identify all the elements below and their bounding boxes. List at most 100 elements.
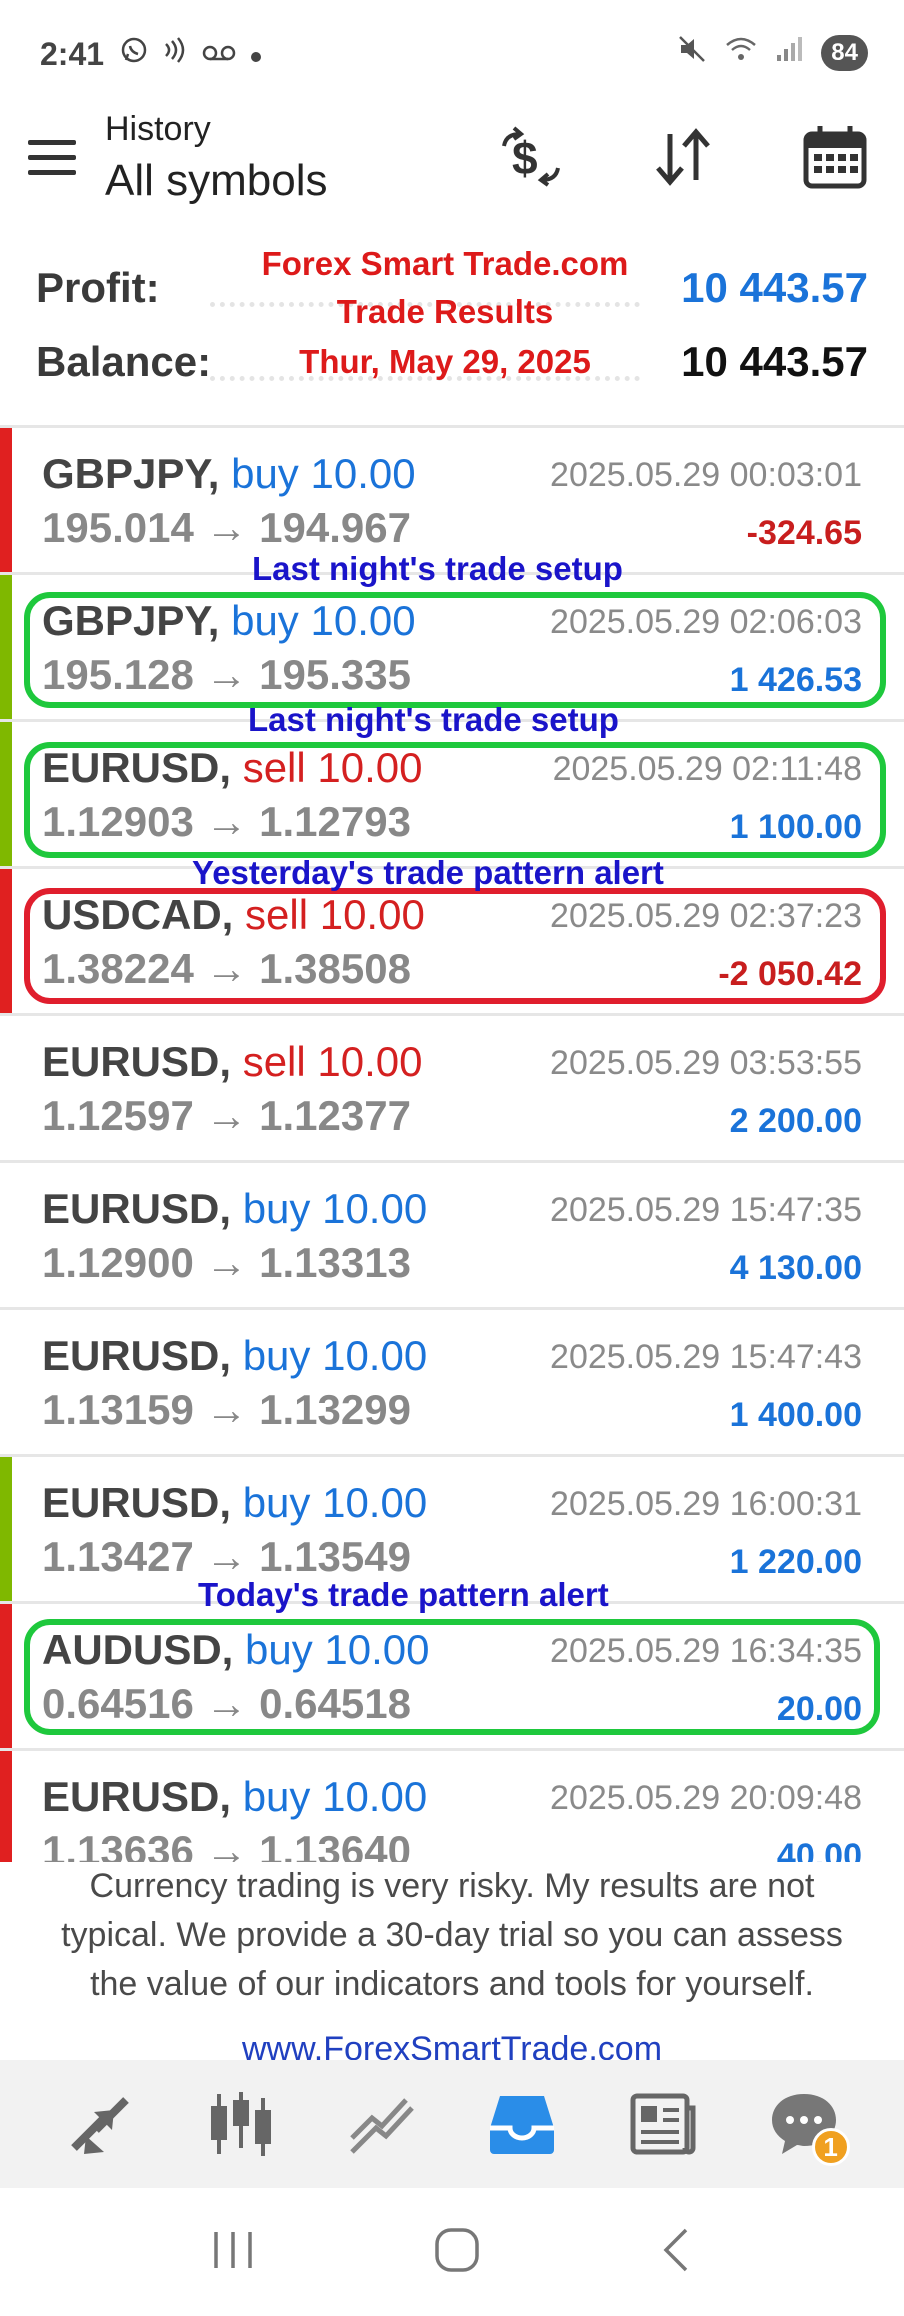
trade-symbol: EURUSD, [42,1332,232,1379]
status-time: 2:41 [40,36,105,72]
trade-symbol: GBPJPY, [42,450,220,497]
whatsapp-icon [120,36,148,71]
highlight-frame-green [24,1619,880,1735]
tab-history[interactable] [482,2084,562,2164]
recent-apps-button[interactable] [208,2228,258,2277]
disclaimer-line: typical. We provide a 30-day trial so yo… [61,1916,843,1954]
sort-icon[interactable] [650,124,716,190]
home-icon [435,2227,479,2272]
tab-messages[interactable]: 1 [764,2084,850,2166]
trade-symbol: EURUSD, [42,1479,232,1526]
profit-value: 10 443.57 [681,264,868,311]
balance-value: 10 443.57 [681,338,868,385]
tab-trade[interactable] [342,2084,422,2164]
annotation-label: Yesterday's trade pattern alert [192,854,664,891]
annotation-label: Today's trade pattern alert [198,1576,609,1613]
header-subtitle: History [105,110,211,148]
back-button[interactable] [656,2226,696,2279]
trade-time: 2025.05.29 03:53:55 [550,1044,862,1082]
home-button[interactable] [433,2226,481,2279]
trade-row[interactable]: EURUSD, buy 10.00 2025.05.29 15:47:43 1.13… [0,1310,904,1457]
trade-prices: 1.13427 → 1.13549 [42,1533,411,1580]
highlight-frame-red [24,888,886,1004]
account-summary: Profit: 10 443.57 Balance: 10 443.57 For… [0,240,904,425]
annotation-label: Last night's trade setup [248,701,619,738]
header-actions: $ [498,124,868,190]
balance-label: Balance: [36,338,212,385]
trade-profit: 2 200.00 [729,1102,862,1140]
nfc-icon [162,36,188,71]
currency-filter-icon[interactable]: $ [498,124,564,190]
status-bar: 2:41 84 [0,0,904,110]
trade-direction: buy 10.00 [242,1773,428,1820]
app-header: History All symbols $ [0,110,904,240]
hamburger-menu-icon[interactable] [28,140,76,180]
trade-direction: buy 10.00 [242,1479,428,1526]
system-navigation-bar [0,2188,904,2316]
trade-symbol: EURUSD, [42,1773,232,1820]
wifi-icon [725,35,757,70]
profit-label: Profit: [36,264,160,311]
trade-prices: 195.014 → 194.967 [42,504,411,551]
header-title[interactable]: All symbols [105,156,328,206]
voicemail-icon [202,38,236,70]
signal-icon [775,35,803,70]
quotes-arrows-icon [71,2097,130,2154]
status-system-icons: 84 [677,34,868,71]
trade-time: 2025.05.29 00:03:01 [550,456,862,494]
trade-direction: buy 10.00 [242,1332,428,1379]
trade-prices: 1.12900 → 1.13313 [42,1239,411,1286]
trade-direction: sell 10.00 [242,1038,423,1085]
promo-overlay-line1: Forex Smart Trade.com [261,245,629,282]
trade-time: 2025.05.29 15:47:35 [550,1191,862,1229]
notification-badge: 1 [811,2128,850,2166]
trade-status-bar [0,1457,12,1601]
tab-quotes[interactable] [60,2084,140,2164]
promo-overlay-line2: Trade Results [336,293,554,330]
candlestick-icon [210,2092,271,2156]
mute-icon [677,34,707,71]
trade-symbol-line: EURUSD, buy 10.00 [42,1479,427,1527]
trade-status-bar [0,1604,12,1748]
trade-time: 2025.05.29 20:09:48 [550,1779,862,1817]
tab-news[interactable] [623,2084,703,2164]
trade-profit: 1 220.00 [729,1543,862,1581]
trade-prices: 1.12597 → 1.12377 [42,1092,411,1139]
trade-row[interactable]: EURUSD, buy 10.00 2025.05.29 15:47:35 1.12… [0,1163,904,1310]
disclaimer-line: the value of our indicators and tools fo… [90,1965,814,2003]
trade-profit: 1 400.00 [729,1396,862,1434]
highlight-frame-green [24,592,886,708]
trade-profit: -324.65 [746,514,862,552]
trade-profit: 4 130.00 [729,1249,862,1287]
trade-time: 2025.05.29 16:00:31 [550,1485,862,1523]
dot-icon [250,38,262,70]
trade-symbol: EURUSD, [42,1038,232,1085]
annotation-label: Last night's trade setup [252,550,623,587]
disclaimer-line: Currency trading is very risky. My resul… [89,1867,815,1905]
trend-lines-icon [349,2098,414,2154]
trade-prices: 1.13159 → 1.13299 [42,1386,411,1433]
recent-apps-icon [213,2231,252,2268]
trade-symbol-line: EURUSD, buy 10.00 [42,1185,427,1233]
calendar-icon[interactable] [802,124,868,190]
trade-status-bar [0,869,12,1013]
back-icon [663,2228,688,2271]
tab-chart[interactable] [201,2084,281,2164]
bottom-tab-bar: 1 [0,2060,904,2188]
trade-status-bar [0,722,12,866]
trade-symbol-line: EURUSD, sell 10.00 [42,1038,423,1086]
trade-symbol: EURUSD, [42,1185,232,1232]
inbox-tray-icon [490,2096,555,2154]
trade-time: 2025.05.29 15:47:43 [550,1338,862,1376]
status-notification-icons [120,36,262,71]
highlight-frame-green [24,742,886,858]
trade-direction: buy 10.00 [242,1185,428,1232]
trade-status-bar [0,575,12,719]
promo-overlay-line3: Thur, May 29, 2025 [299,343,591,380]
trade-row[interactable]: EURUSD, sell 10.00 2025.05.29 03:53:55 1.1… [0,1016,904,1163]
disclaimer-overlay: Currency trading is very risky. My resul… [0,1862,904,2057]
trade-direction: buy 10.00 [231,450,416,497]
newspaper-icon [630,2093,696,2155]
trade-status-bar [0,428,12,572]
trade-symbol-line: EURUSD, buy 10.00 [42,1773,427,1821]
